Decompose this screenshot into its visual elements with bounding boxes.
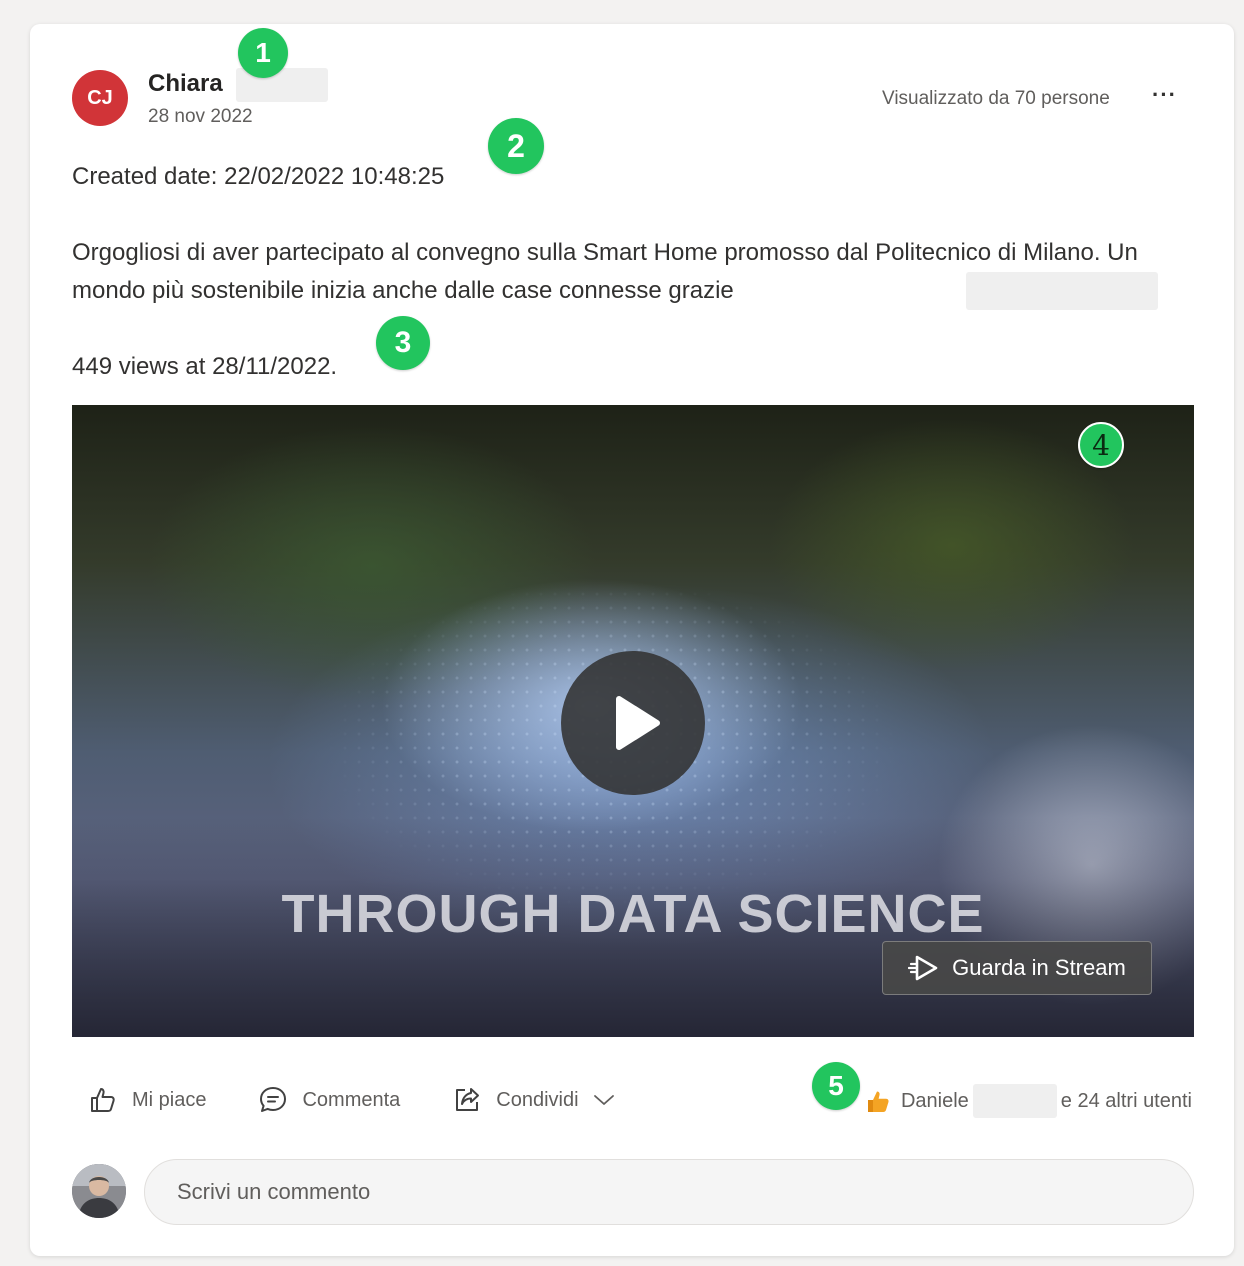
annotation-badge-4: 4: [1078, 422, 1124, 468]
views-text: 449 views at 28/11/2022.: [72, 353, 338, 380]
video-player[interactable]: THROUGH DATA SCIENCE Guarda in Stream: [72, 405, 1194, 1037]
like-button[interactable]: Mi piace: [88, 1085, 206, 1115]
author-name[interactable]: Chiara: [148, 70, 223, 98]
thumbs-up-reaction-icon: [867, 1091, 889, 1112]
share-button[interactable]: Condividi: [452, 1085, 614, 1115]
like-label: Mi piace: [132, 1088, 207, 1111]
post-actions-bar: Mi piace Commenta Condividi: [72, 1080, 667, 1120]
redacted-reactor-surname: [972, 1084, 1057, 1118]
comment-label: Commenta: [302, 1088, 401, 1111]
annotation-badge-5: 5: [812, 1062, 860, 1110]
user-photo-icon: [72, 1164, 126, 1218]
play-icon: [616, 696, 660, 750]
watch-in-stream-label: Guarda in Stream: [952, 955, 1126, 980]
annotation-badge-2: 2: [488, 118, 544, 174]
play-button[interactable]: [561, 651, 705, 795]
video-caption: THROUGH DATA SCIENCE: [281, 884, 985, 944]
reaction-others: e 24 altri utenti: [1060, 1089, 1192, 1112]
created-date-text: Created date: 22/02/2022 10:48:25: [72, 163, 445, 190]
comment-button[interactable]: Commenta: [258, 1085, 400, 1115]
comment-input[interactable]: [144, 1159, 1194, 1225]
chevron-down-icon[interactable]: [593, 1093, 615, 1107]
viewed-by-count[interactable]: Visualizzato da 70 persone: [882, 88, 1110, 110]
comment-icon: [260, 1087, 287, 1112]
author-initials: CJ: [87, 86, 113, 109]
post-card: CJ Chiara 28 nov 2022 Visualizzato da 70…: [30, 24, 1234, 1256]
current-user-avatar: [72, 1164, 126, 1218]
share-icon: [456, 1088, 480, 1111]
more-options-button[interactable]: ···: [1152, 82, 1177, 108]
post-date[interactable]: 28 nov 2022: [148, 106, 253, 128]
stream-icon: [908, 955, 938, 981]
redacted-mention: [966, 272, 1158, 310]
reaction-first-name: Daniele: [900, 1089, 969, 1112]
reactions-summary[interactable]: Daniele e 24 altri utenti: [865, 1084, 1192, 1118]
thumbs-up-icon: [91, 1088, 115, 1112]
watch-in-stream-button[interactable]: Guarda in Stream: [882, 941, 1152, 995]
share-label: Condividi: [496, 1088, 579, 1111]
annotation-badge-1: 1: [238, 28, 288, 78]
author-avatar[interactable]: CJ: [72, 70, 128, 126]
annotation-badge-3: 3: [376, 316, 430, 370]
